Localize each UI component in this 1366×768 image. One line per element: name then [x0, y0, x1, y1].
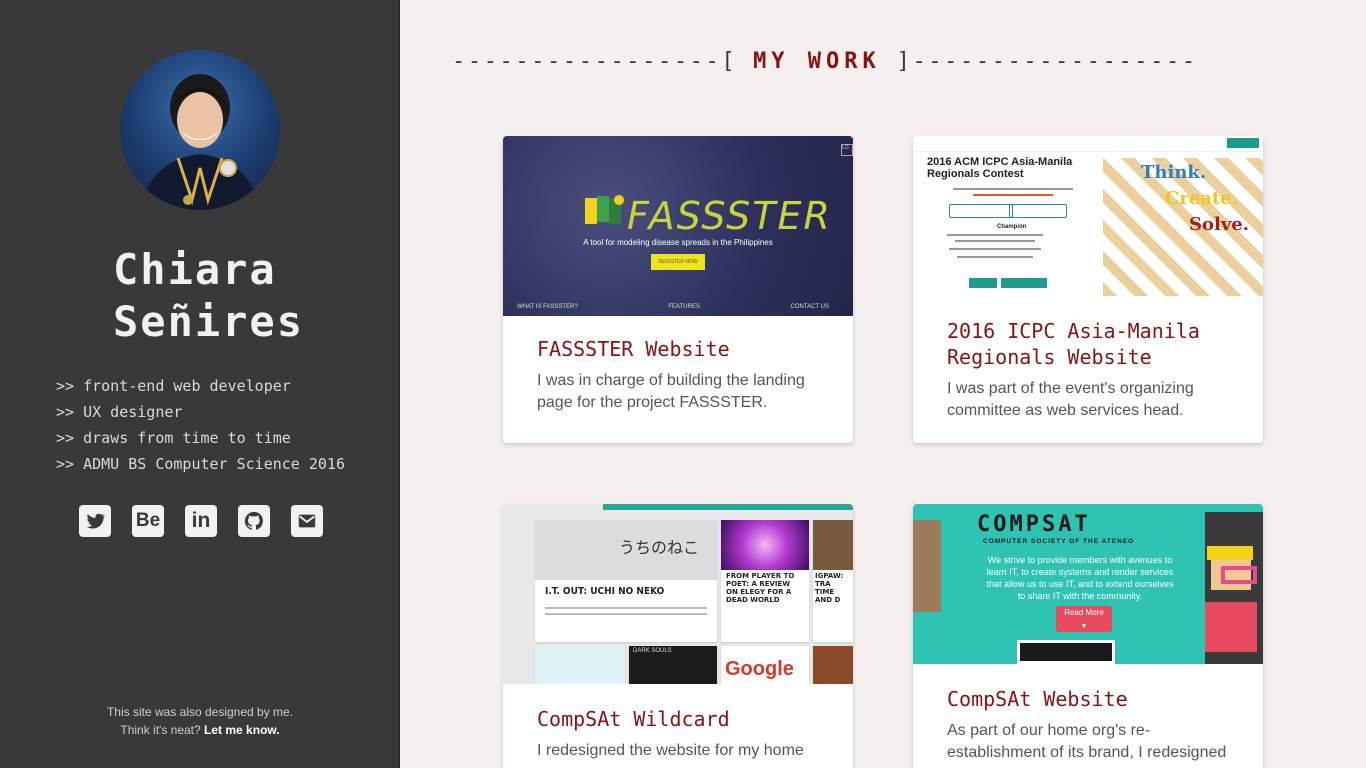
corner-button: LO: [841, 144, 853, 156]
profile-name: Chiara Señires: [113, 244, 304, 348]
project-thumbnail: LO FASSSTER A tool for modeling disease …: [503, 136, 853, 316]
footnote-prefix: Think it's neat?: [120, 723, 201, 737]
read-more-label: Read More: [1064, 608, 1104, 617]
wildcard-post-tile: うちのねこ I.T. OUT: UCHI NO NEKO: [535, 520, 717, 642]
fassster-tagline: A tool for modeling disease spreads in t…: [583, 238, 773, 247]
sidebar: Chiara Señires >> front-end web develope…: [0, 0, 400, 768]
chevron-down-icon: ▼: [1080, 623, 1088, 630]
monitor-screen: [1017, 640, 1115, 664]
project-title[interactable]: FASSSTER Website: [537, 336, 819, 362]
wildcard-topbar: [603, 504, 853, 510]
linkedin-link[interactable]: in: [185, 505, 217, 537]
corkboard: [913, 520, 941, 612]
icpc-nav-button: [1227, 138, 1259, 148]
mail-link[interactable]: [291, 505, 323, 537]
project-card-compsat[interactable]: COMPSAT COMPUTER SOCIETY OF THE ATENEO W…: [913, 504, 1263, 768]
icpc-text-line: [949, 248, 1041, 250]
wildcard-google: Google: [725, 658, 794, 680]
nav-item: FEATURES: [668, 304, 700, 310]
avatar: [120, 50, 280, 210]
trait-item: >> UX designer: [56, 403, 183, 421]
twitter-link[interactable]: [79, 505, 111, 537]
wildcard-post-title: IGPAW: TRA TIME AND D: [815, 572, 844, 604]
contact-link[interactable]: Let me know.: [204, 723, 280, 737]
name-first: Chiara: [113, 245, 277, 294]
nav-item: CONTACT US: [790, 304, 829, 310]
compsat-subtitle: COMPUTER SOCIETY OF THE ATENEO: [983, 538, 1135, 545]
wildcard-post-tile: DARK SOULS: [629, 646, 717, 684]
trait-item: >> draws from time to time: [56, 429, 291, 447]
solve-text: Solve.: [1189, 214, 1250, 235]
wildcard-post-tile: IGPAW: TRA TIME AND D: [813, 520, 853, 642]
read-more-button: Read More ▼: [1056, 606, 1112, 632]
icpc-topbar: [913, 136, 1263, 152]
icpc-text-line: [957, 256, 1033, 258]
wildcard-post-tile: FROM PLAYER TO POET: A REVIEW ON ELEGY F…: [721, 520, 809, 642]
project-description: I redesigned the website for my home: [537, 742, 804, 759]
character-illustration-icon: [1205, 546, 1257, 652]
project-description: I was part of the event's organizing com…: [947, 380, 1194, 419]
compsat-mission: We strive to provide members with avenue…: [986, 555, 1174, 601]
icpc-venue-box: [1009, 204, 1067, 218]
project-description: I was in charge of building the landing …: [537, 372, 805, 411]
fassster-nav: WHAT IS FASSSTER? FEATURES CONTACT US: [517, 304, 829, 310]
project-title[interactable]: 2016 ICPC Asia-Manila Regionals Website: [947, 318, 1229, 370]
project-thumbnail: うちのねこ I.T. OUT: UCHI NO NEKO FROM PLAYER…: [503, 504, 853, 684]
twitter-icon: [86, 513, 106, 529]
wildcard-post-tile: [813, 646, 853, 684]
project-thumbnail: 2016 ACM ICPC Asia-Manila Regionals Cont…: [913, 136, 1263, 296]
trait-item: >> ADMU BS Computer Science 2016: [56, 455, 345, 473]
nav-item: WHAT IS FASSSTER?: [517, 304, 578, 310]
icpc-date-box: [949, 204, 1013, 218]
project-description: As part of our home org's re-establishme…: [947, 722, 1227, 761]
icpc-text-line: [947, 234, 1043, 236]
github-icon: [244, 511, 263, 530]
icpc-button: [1001, 278, 1047, 288]
wildcard-post-tile: [535, 646, 625, 684]
project-card-fassster[interactable]: LO FASSSTER A tool for modeling disease …: [503, 136, 853, 443]
project-title[interactable]: CompSAt Website: [947, 686, 1229, 712]
heading-right-dashes: ]------------------: [880, 49, 1198, 74]
compsat-logo: COMPSAT: [977, 512, 1091, 537]
project-card-wildcard[interactable]: うちのねこ I.T. OUT: UCHI NO NEKO FROM PLAYER…: [503, 504, 853, 768]
wildcard-post-tile: Google: [721, 646, 809, 684]
flag-logo-icon: [585, 195, 624, 224]
fassster-logo: FASSSTER: [627, 194, 832, 238]
behance-icon: Be: [135, 510, 161, 531]
sidebar-footnote: This site was also designed by me. Think…: [0, 703, 400, 739]
behance-link[interactable]: Be: [132, 505, 164, 537]
wildcard-jp-text: うちのねこ: [619, 540, 700, 557]
section-heading: -----------------[ MY WORK ]------------…: [452, 49, 1322, 74]
trait-item: >> front-end web developer: [56, 377, 291, 395]
social-links: Be in: [79, 505, 323, 537]
traits-list: >> front-end web developer >> UX designe…: [56, 373, 345, 477]
icpc-button: [969, 278, 997, 288]
register-button: REGISTER NOW: [651, 254, 705, 270]
heading-left-dashes: -----------------[: [452, 49, 754, 74]
icpc-text-line: [973, 194, 1053, 196]
wildcard-post-title: FROM PLAYER TO POET: A REVIEW ON ELEGY F…: [726, 572, 795, 604]
name-last: Señires: [113, 297, 305, 346]
think-text: Think.: [1141, 162, 1207, 183]
github-link[interactable]: [238, 505, 270, 537]
create-text: Create.: [1165, 188, 1238, 209]
project-thumbnail: COMPSAT COMPUTER SOCIETY OF THE ATENEO W…: [913, 504, 1263, 664]
mail-icon: [298, 514, 316, 528]
icpc-text-line: [953, 188, 1073, 190]
wildcard-darksouls: DARK SOULS: [633, 648, 672, 654]
project-card-icpc[interactable]: 2016 ACM ICPC Asia-Manila Regionals Cont…: [913, 136, 1263, 443]
footnote-line: This site was also designed by me.: [106, 705, 294, 719]
icpc-heading: 2016 ACM ICPC Asia-Manila Regionals Cont…: [927, 156, 1073, 180]
project-title[interactable]: CompSAt Wildcard: [537, 706, 819, 732]
icpc-champion: Champion: [997, 224, 1027, 230]
wildcard-post-title: I.T. OUT: UCHI NO NEKO: [545, 586, 665, 597]
icpc-text-line: [955, 240, 1035, 242]
heading-title: MY WORK: [753, 49, 881, 74]
linkedin-icon: in: [191, 509, 211, 532]
